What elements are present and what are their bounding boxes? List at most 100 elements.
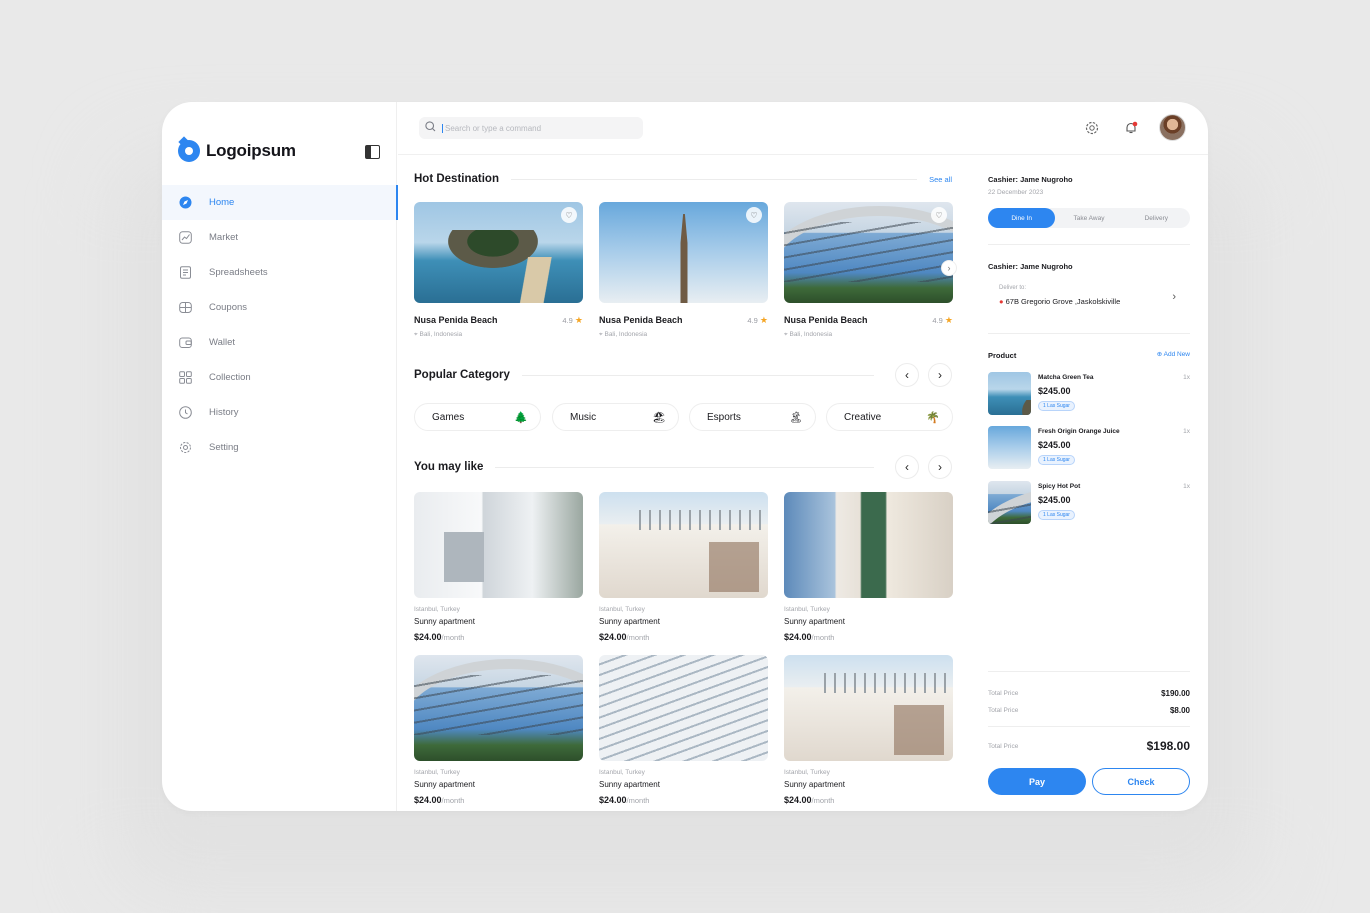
carousel-next-icon[interactable]: › [941, 260, 957, 276]
sidebar-item-label: Spreadsheets [209, 267, 268, 278]
app-window: Logoipsum Home Market Spreadsheets Coupo… [162, 102, 1208, 811]
sidebar-item-history[interactable]: History [162, 395, 397, 430]
favorite-heart-icon[interactable]: ♡ [931, 207, 947, 223]
star-icon: ★ [759, 315, 768, 325]
divider [988, 333, 1190, 334]
apartment-image [414, 492, 583, 598]
sidebar-item-collection[interactable]: Collection [162, 360, 397, 395]
next-arrow-button[interactable]: › [928, 455, 952, 479]
product-qty: 1x [1183, 483, 1190, 490]
see-all-link[interactable]: See all [929, 175, 952, 184]
logo-mark-icon [178, 140, 200, 162]
section-title: Popular Category [414, 369, 510, 381]
sidebar: Logoipsum Home Market Spreadsheets Coupo… [162, 102, 398, 811]
product-name: Spicy Hot Pot [1038, 483, 1081, 490]
tax-row: Total Price $8.00 [988, 706, 1190, 715]
sidebar-item-home[interactable]: Home [162, 185, 398, 220]
section-title: Hot Destination [414, 173, 499, 185]
sidebar-item-label: Setting [209, 442, 239, 453]
you-may-like-header: You may like ‹ › [414, 455, 952, 479]
topbar [398, 102, 1208, 155]
search-box[interactable] [419, 117, 643, 139]
destination-card[interactable]: ♡ Nusa Penida Beach 4.9 ★ ⌖ Bali, Indone… [414, 202, 583, 338]
location-pin-icon: ⌖ [784, 331, 788, 338]
sidebar-item-setting[interactable]: Setting [162, 430, 397, 465]
order-panel: Cashier: Jame Nugroho 22 December 2023 D… [988, 155, 1190, 811]
apartment-card[interactable]: Istanbul, Turkey Sunny apartment $24.00/… [414, 655, 583, 805]
product-image [988, 372, 1031, 415]
cashier-name: Cashier: Jame Nugroho [988, 262, 1073, 271]
product-price: $245.00 [1038, 386, 1071, 396]
sidebar-item-coupons[interactable]: Coupons [162, 290, 397, 325]
avatar[interactable] [1159, 114, 1186, 141]
apartment-card[interactable]: Istanbul, Turkey Sunny apartment $24.00/… [414, 492, 583, 642]
product-name: Matcha Green Tea [1038, 374, 1094, 381]
category-pill-creative[interactable]: Creative 🌴 [826, 403, 953, 431]
category-pill-music[interactable]: Music 🏖 [552, 403, 679, 431]
destination-image: ♡ [599, 202, 768, 303]
apartment-price: $24.00/month [414, 795, 465, 805]
apartment-name: Sunny apartment [599, 780, 660, 789]
sidebar-item-wallet[interactable]: Wallet [162, 325, 397, 360]
divider [988, 244, 1190, 245]
prev-arrow-button[interactable]: ‹ [895, 363, 919, 387]
apartment-card[interactable]: Istanbul, Turkey Sunny apartment $24.00/… [784, 655, 953, 805]
mode-delivery[interactable]: Delivery [1123, 208, 1190, 228]
mode-take-away[interactable]: Take Away [1055, 208, 1122, 228]
category-pill-esports[interactable]: Esports 🏝 [689, 403, 816, 431]
apartment-card[interactable]: Istanbul, Turkey Sunny apartment $24.00/… [784, 492, 953, 642]
apartment-image [414, 655, 583, 761]
product-qty: 1x [1183, 374, 1190, 381]
destination-card[interactable]: ♡ Nusa Penida Beach 4.9 ★ ⌖ Bali, Indone… [784, 202, 953, 338]
product-item[interactable]: Spicy Hot Pot $245.00 1 Las Sugar 1x [988, 481, 1190, 525]
check-button[interactable]: Check [1092, 768, 1190, 795]
deliver-label: Deliver to: [999, 285, 1027, 291]
order-mode-switch: Dine In Take Away Delivery [988, 208, 1190, 228]
star-icon: ★ [574, 315, 583, 325]
mode-dine-in[interactable]: Dine In [988, 208, 1056, 228]
search-icon [425, 119, 436, 137]
sidebar-item-market[interactable]: Market [162, 220, 397, 255]
sidebar-item-label: History [209, 407, 239, 418]
deliver-to-row[interactable]: Deliver to: ● 67B Gregorio Grove ,Jaskol… [988, 283, 1190, 315]
apartment-card[interactable]: Istanbul, Turkey Sunny apartment $24.00/… [599, 655, 768, 805]
product-item[interactable]: Fresh Origin Orange Juice $245.00 1 Las … [988, 426, 1190, 470]
divider [495, 466, 874, 468]
product-tag: 1 Las Sugar [1038, 401, 1075, 411]
sidebar-collapse-icon[interactable] [365, 145, 380, 159]
sidebar-item-label: Collection [209, 372, 251, 383]
apartment-card[interactable]: Istanbul, Turkey Sunny apartment $24.00/… [599, 492, 768, 642]
product-price: $245.00 [1038, 495, 1071, 505]
destination-location: ⌖ Bali, Indonesia [599, 331, 648, 338]
destination-rating: 4.9 ★ [932, 315, 953, 325]
apartment-location: Istanbul, Turkey [599, 769, 645, 776]
pay-button[interactable]: Pay [988, 768, 1086, 795]
destination-rating: 4.9 ★ [562, 315, 583, 325]
settings-gear-icon[interactable] [1084, 120, 1100, 136]
favorite-heart-icon[interactable]: ♡ [746, 207, 762, 223]
search-input[interactable] [442, 123, 622, 133]
sidebar-item-label: Coupons [209, 302, 248, 313]
divider [988, 671, 1190, 672]
subtotal-row: Total Price $190.00 [988, 689, 1190, 698]
product-item[interactable]: Matcha Green Tea $245.00 1 Las Sugar 1x [988, 372, 1190, 416]
next-arrow-button[interactable]: › [928, 363, 952, 387]
prev-arrow-button[interactable]: ‹ [895, 455, 919, 479]
category-pill-games[interactable]: Games 🌲 [414, 403, 541, 431]
tree-icon: 🌲 [514, 411, 528, 424]
clock-icon [179, 406, 192, 419]
favorite-heart-icon[interactable]: ♡ [561, 207, 577, 223]
category-label: Creative [844, 411, 882, 423]
destination-card[interactable]: ♡ Nusa Penida Beach 4.9 ★ ⌖ Bali, Indone… [599, 202, 768, 338]
add-new-link[interactable]: ⊕ Add New [1157, 350, 1190, 358]
chart-icon [179, 231, 192, 244]
product-tag: 1 Las Sugar [1038, 510, 1075, 520]
location-pin-icon: ⌖ [599, 331, 603, 338]
apartment-location: Istanbul, Turkey [414, 606, 460, 613]
logo[interactable]: Logoipsum [178, 140, 296, 162]
notification-bell-icon[interactable] [1123, 120, 1139, 136]
apartment-name: Sunny apartment [414, 617, 475, 626]
apartment-price: $24.00/month [599, 632, 650, 642]
apartment-price: $24.00/month [784, 795, 835, 805]
sidebar-item-spreadsheets[interactable]: Spreadsheets [162, 255, 397, 290]
